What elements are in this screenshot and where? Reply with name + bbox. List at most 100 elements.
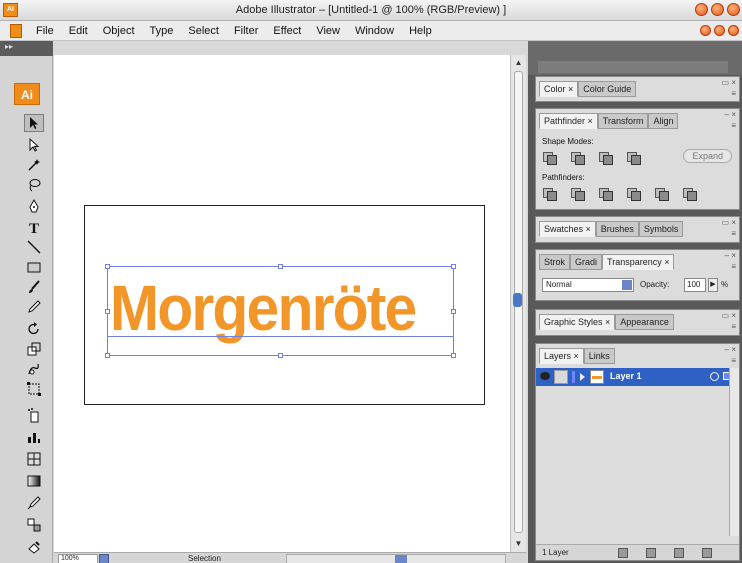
handle-middle-right[interactable] <box>451 309 456 314</box>
horizontal-scrollbar[interactable] <box>286 554 506 563</box>
new-layer-icon[interactable] <box>674 548 684 558</box>
warp-tool[interactable] <box>24 360 44 378</box>
layers-scrollbar[interactable] <box>729 368 739 536</box>
document-icon[interactable] <box>10 24 22 38</box>
delete-layer-icon[interactable] <box>702 548 712 558</box>
menu-filter[interactable]: Filter <box>226 24 265 38</box>
column-graph-tool[interactable] <box>24 428 44 446</box>
tab-align[interactable]: Align <box>648 113 679 129</box>
menu-edit[interactable]: Edit <box>61 24 95 38</box>
outline-icon[interactable] <box>654 187 669 201</box>
handle-bottom-left[interactable] <box>105 353 110 358</box>
crop-icon[interactable] <box>626 187 641 201</box>
gradient-tool[interactable] <box>24 472 44 490</box>
panel-menu-icon[interactable]: ≡ <box>731 356 736 365</box>
menu-window[interactable]: Window <box>347 24 401 38</box>
menu-object[interactable]: Object <box>95 24 142 38</box>
paintbrush-tool[interactable] <box>24 278 44 296</box>
merge-icon[interactable] <box>598 187 613 201</box>
panel-close-icon[interactable]: – × <box>725 110 736 119</box>
doc-minimize-button[interactable] <box>700 25 711 36</box>
panel-close-icon[interactable]: – × <box>725 251 736 260</box>
live-paint-tool[interactable] <box>24 538 44 556</box>
handle-top-center[interactable] <box>278 264 283 269</box>
status-text[interactable]: Selection <box>188 554 221 563</box>
minimize-button[interactable] <box>695 3 708 16</box>
divide-icon[interactable] <box>542 187 557 201</box>
eyedropper-tool[interactable] <box>24 494 44 512</box>
lock-toggle[interactable] <box>554 370 568 384</box>
tab-swatches[interactable]: Swatches × <box>539 221 596 237</box>
opacity-slider-icon[interactable]: ▶ <box>708 278 718 292</box>
selection-bounding-box[interactable] <box>105 264 456 358</box>
trim-icon[interactable] <box>570 187 585 201</box>
direct-selection-tool[interactable] <box>24 136 44 154</box>
tab-stroke[interactable]: Strok <box>539 254 571 270</box>
doc-close-button[interactable] <box>728 25 739 36</box>
magic-wand-tool[interactable] <box>24 156 44 174</box>
layer-name[interactable]: Layer 1 <box>610 371 642 381</box>
selection-tool[interactable] <box>24 114 44 132</box>
blend-mode-select[interactable]: Normal <box>542 278 634 292</box>
maximize-button[interactable] <box>711 3 724 16</box>
panel-menu-icon[interactable]: ≡ <box>731 262 736 271</box>
panel-menu-icon[interactable]: ≡ <box>731 322 736 331</box>
scroll-up-icon[interactable]: ▲ <box>513 58 524 68</box>
tab-symbols[interactable]: Symbols <box>638 221 684 237</box>
tab-pathfinder[interactable]: Pathfinder × <box>539 113 598 129</box>
tab-gradient[interactable]: Gradi <box>570 254 603 270</box>
close-button[interactable] <box>727 3 740 16</box>
zoom-field[interactable]: 100% <box>58 554 98 563</box>
tab-transparency[interactable]: Transparency × <box>602 254 675 270</box>
eye-icon[interactable] <box>540 372 550 380</box>
tab-links[interactable]: Links <box>583 348 615 364</box>
handle-top-right[interactable] <box>451 264 456 269</box>
rotate-tool[interactable] <box>24 320 44 338</box>
menu-help[interactable]: Help <box>401 24 439 38</box>
lasso-tool[interactable] <box>24 176 44 194</box>
handle-top-left[interactable] <box>105 264 110 269</box>
dock-grip[interactable] <box>538 61 728 73</box>
rectangle-tool[interactable] <box>24 258 44 276</box>
pencil-tool[interactable] <box>24 298 44 316</box>
panel-close-icon[interactable]: – × <box>725 345 736 354</box>
handle-bottom-right[interactable] <box>451 353 456 358</box>
minus-back-icon[interactable] <box>682 187 697 201</box>
layer-row[interactable]: Layer 1 <box>536 368 739 386</box>
menu-file[interactable]: File <box>28 24 61 38</box>
tools-panel-grip[interactable]: ▸▸ <box>0 41 53 56</box>
panel-menu-icon[interactable]: ≡ <box>731 121 736 130</box>
intersect-icon[interactable] <box>598 151 613 165</box>
pen-tool[interactable] <box>24 198 44 216</box>
menu-select[interactable]: Select <box>180 24 226 38</box>
handle-bottom-center[interactable] <box>278 353 283 358</box>
tab-transform[interactable]: Transform <box>597 113 649 129</box>
tab-brushes[interactable]: Brushes <box>595 221 639 237</box>
mesh-tool[interactable] <box>24 450 44 468</box>
target-icon[interactable] <box>710 372 719 381</box>
blend-tool[interactable] <box>24 516 44 534</box>
panel-close-icon[interactable]: ▭ × <box>722 78 736 87</box>
handle-middle-left[interactable] <box>105 309 110 314</box>
free-transform-tool[interactable] <box>24 380 44 398</box>
panel-close-icon[interactable]: ▭ × <box>722 218 736 227</box>
tab-color[interactable]: Color × <box>539 81 579 97</box>
scroll-down-icon[interactable]: ▼ <box>513 539 524 549</box>
make-clipping-mask-icon[interactable] <box>618 548 628 558</box>
panel-menu-icon[interactable]: ≡ <box>731 229 736 238</box>
symbol-sprayer-tool[interactable] <box>24 406 44 424</box>
tab-graphic-styles[interactable]: Graphic Styles × <box>539 314 616 330</box>
menu-effect[interactable]: Effect <box>265 24 308 38</box>
horizontal-scroll-thumb[interactable] <box>395 555 407 563</box>
new-sublayer-icon[interactable] <box>646 548 656 558</box>
zoom-dropdown-icon[interactable] <box>99 554 109 563</box>
type-tool[interactable]: T <box>24 218 44 236</box>
menu-type[interactable]: Type <box>142 24 181 38</box>
unite-icon[interactable] <box>542 151 557 165</box>
exclude-icon[interactable] <box>626 151 641 165</box>
expand-button[interactable]: Expand <box>683 149 732 163</box>
doc-restore-button[interactable] <box>714 25 725 36</box>
minus-front-icon[interactable] <box>570 151 585 165</box>
panel-close-icon[interactable]: ▭ × <box>722 311 736 320</box>
tab-color-guide[interactable]: Color Guide <box>578 81 637 97</box>
